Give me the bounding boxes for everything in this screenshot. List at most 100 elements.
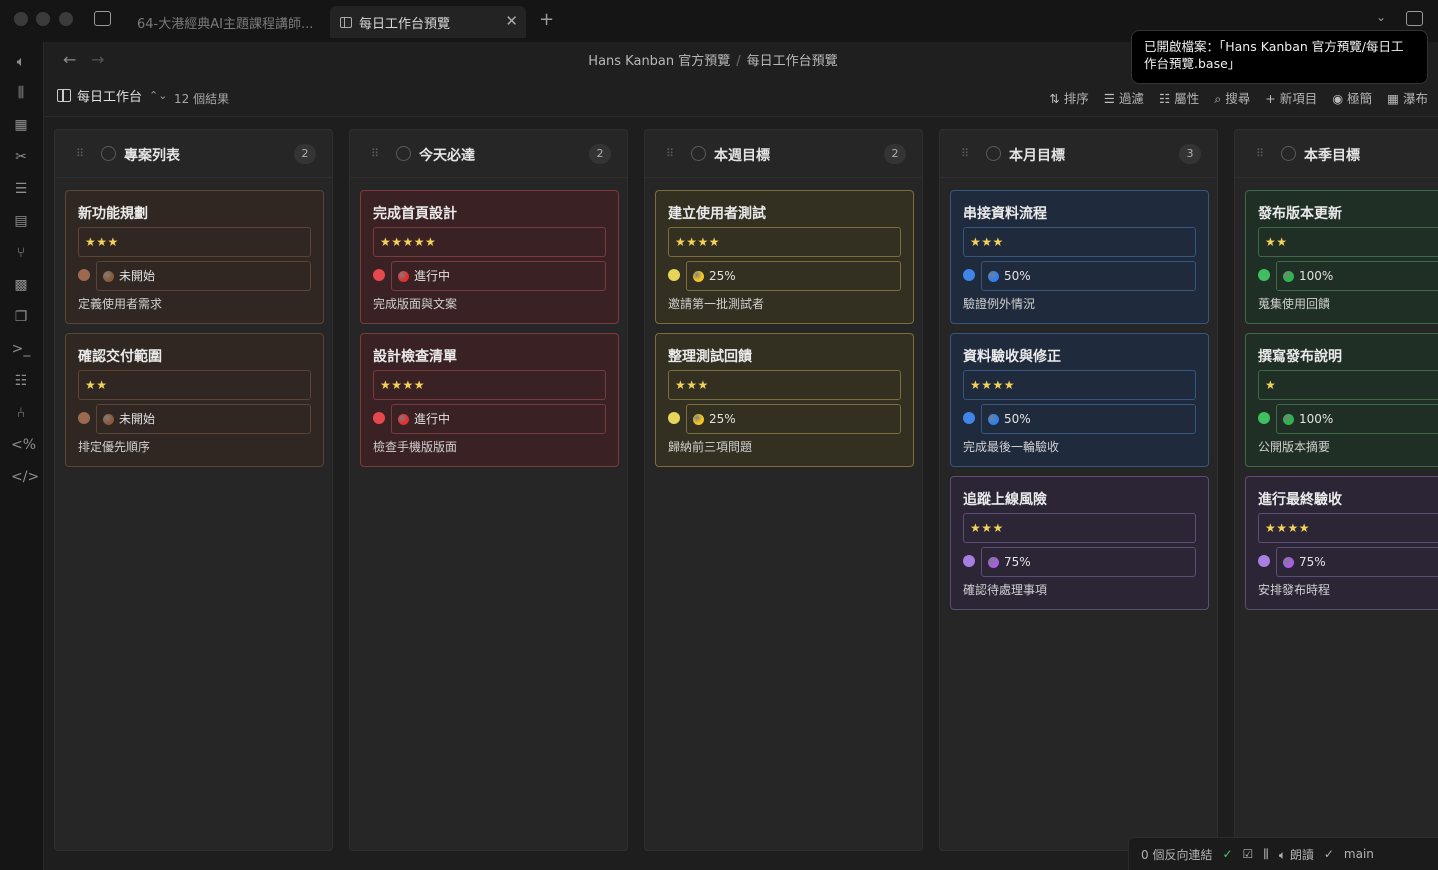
terminal-icon[interactable]: >_ [11,339,31,359]
status-field[interactable]: 25% [686,404,901,434]
card-title[interactable]: 建立使用者測試 [668,203,766,223]
kanban-card[interactable]: 完成首頁設計 ★★★★★ 進行中 完成版面與文案 [360,190,619,324]
new-item-button[interactable]: + 新項目 [1265,88,1317,107]
status-field[interactable]: 100% [1276,261,1438,291]
card-title[interactable]: 確認交付範圍 [78,346,162,366]
status-field[interactable]: 50% [981,261,1196,291]
drag-handle-icon[interactable]: ⠿ [371,147,379,160]
kanban-card[interactable]: 確認交付範圍 ★★ 未開始 排定優先順序 [65,333,324,467]
copy-icon[interactable]: ❐ [11,307,31,327]
kanban-card[interactable]: 串接資料流程 ★★★ 50% 驗證例外情況 [950,190,1209,324]
graph-icon[interactable]: ⑂ [11,243,31,263]
card-title[interactable]: 追蹤上線風險 [963,489,1047,509]
view-selector[interactable]: 每日工作台 ⌃⌄ [57,86,167,105]
minimize-window-button[interactable] [36,12,50,26]
sync-check-icon[interactable]: ✓ [1222,847,1232,861]
kanban-card[interactable]: 整理測試回饋 ★★★ 25% 歸納前三項問題 [655,333,914,467]
table-icon[interactable]: ☰ [11,179,31,199]
column-collapse-icon[interactable] [396,146,411,161]
status-field[interactable]: 75% [1276,547,1438,577]
status-field[interactable]: 未開始 [96,404,311,434]
kanban-card[interactable]: 發布版本更新 ★★ 100% 蒐集使用回饋 [1245,190,1438,324]
priority-stars-field[interactable]: ★★★★ [668,227,901,257]
minimal-button[interactable]: ◉ 極簡 [1332,88,1372,107]
properties-button[interactable]: ☷ 屬性 [1159,88,1199,107]
drag-handle-icon[interactable]: ⠿ [76,147,84,160]
read-aloud-button[interactable]: 🔈︎ 朗讀 [1279,846,1314,863]
waveform-icon[interactable]: ⫼ [11,83,31,103]
card-title[interactable]: 發布版本更新 [1258,203,1342,223]
status-field[interactable]: 進行中 [391,261,606,291]
drag-handle-icon[interactable]: ⠿ [961,147,969,160]
sort-button[interactable]: ⇅ 排序 [1049,88,1089,107]
list-icon[interactable]: ☷ [11,371,31,391]
priority-stars-field[interactable]: ★★★ [78,227,311,257]
breadcrumb-current[interactable]: 每日工作台預覽 [747,54,838,69]
drag-handle-icon[interactable]: ⠿ [666,147,674,160]
kanban-card[interactable]: 追蹤上線風險 ★★★ 75% 確認待處理事項 [950,476,1209,610]
new-tab-icon[interactable]: + [539,9,554,30]
card-title[interactable]: 整理測試回饋 [668,346,752,366]
git-icon[interactable]: ⑃ [11,403,31,423]
kanban-card[interactable]: 新功能規劃 ★★★ 未開始 定義使用者需求 [65,190,324,324]
kanban-card[interactable]: 資料驗收與修正 ★★★★ 50% 完成最後一輪驗收 [950,333,1209,467]
card-title[interactable]: 完成首頁設計 [373,203,457,223]
card-title[interactable]: 資料驗收與修正 [963,346,1061,366]
card-title[interactable]: 進行最終驗收 [1258,489,1342,509]
status-field[interactable]: 50% [981,404,1196,434]
file-search-icon[interactable]: ▤ [11,211,31,231]
tab-course[interactable]: 64-大港經典AI主題課程講師... [120,6,326,38]
kanban-column: ⠿ 本週目標 2 建立使用者測試 ★★★★ 25% 邀請第一批測試者 整理測試回饋 ★★★ 25%… [644,129,923,851]
card-title[interactable]: 新功能規劃 [78,203,148,223]
priority-stars-field[interactable]: ★★★★ [963,370,1196,400]
priority-stars-field[interactable]: ★★ [78,370,311,400]
kanban-card[interactable]: 撰寫發布說明 ★ 100% 公開版本摘要 [1245,333,1438,467]
sidebar-toggle-icon[interactable] [94,11,111,26]
card-title[interactable]: 撰寫發布說明 [1258,346,1342,366]
right-sidebar-toggle-icon[interactable] [1406,11,1423,26]
calendar-icon[interactable]: ▦ [11,115,31,135]
checkbox-icon[interactable]: ☑ [1243,847,1254,861]
kanban-card[interactable]: 設計檢查清單 ★★★★ 進行中 檢查手機版版面 [360,333,619,467]
drag-handle-icon[interactable]: ⠿ [1256,147,1264,160]
column-collapse-icon[interactable] [986,146,1001,161]
priority-stars-field[interactable]: ★★ [1258,227,1438,257]
status-field[interactable]: 未開始 [96,261,311,291]
status-field[interactable]: 進行中 [391,404,606,434]
kanban-card[interactable]: 進行最終驗收 ★★★★ 75% 安排發布時程 [1245,476,1438,610]
card-title[interactable]: 設計檢查清單 [373,346,457,366]
priority-stars-field[interactable]: ★★★ [963,227,1196,257]
column-count-badge: 3 [1179,144,1201,164]
backlinks-count[interactable]: 0 個反向連結 [1141,846,1212,863]
priority-stars-field[interactable]: ★ [1258,370,1438,400]
zoom-window-button[interactable] [59,12,73,26]
priority-stars-field[interactable]: ★★★★ [373,370,606,400]
close-tab-icon[interactable]: ✕ [505,12,518,30]
filter-button[interactable]: ☰ 過濾 [1104,88,1144,107]
close-window-button[interactable] [14,12,28,26]
tools-icon[interactable]: ✂ [11,147,31,167]
column-collapse-icon[interactable] [1281,146,1296,161]
waveform-icon[interactable]: ⫼ [1263,847,1269,862]
priority-stars-field[interactable]: ★★★★ [1258,513,1438,543]
status-field[interactable]: 75% [981,547,1196,577]
breadcrumb-parent[interactable]: Hans Kanban 官方預覽 [588,54,730,69]
percent-icon[interactable]: <% [11,435,36,455]
search-button[interactable]: ⌕ 搜尋 [1214,88,1250,107]
priority-stars-field[interactable]: ★★★ [963,513,1196,543]
column-collapse-icon[interactable] [691,146,706,161]
waterfall-button[interactable]: ▦ 瀑布 [1387,88,1428,107]
priority-stars-field[interactable]: ★★★★★ [373,227,606,257]
card-title[interactable]: 串接資料流程 [963,203,1047,223]
status-field[interactable]: 100% [1276,404,1438,434]
priority-stars-field[interactable]: ★★★ [668,370,901,400]
chevron-down-icon[interactable]: ⌄ [1376,10,1386,24]
git-branch[interactable]: main [1344,847,1374,861]
column-collapse-icon[interactable] [101,146,116,161]
grid-icon[interactable]: ▩ [11,275,31,295]
tab-daily-dashboard[interactable]: 每日工作台預覽 ✕ [330,6,526,38]
status-field[interactable]: 25% [686,261,901,291]
kanban-card[interactable]: 建立使用者測試 ★★★★ 25% 邀請第一批測試者 [655,190,914,324]
code-icon[interactable]: </> [11,467,39,487]
checkmark-icon[interactable]: ✓ [1324,847,1334,861]
